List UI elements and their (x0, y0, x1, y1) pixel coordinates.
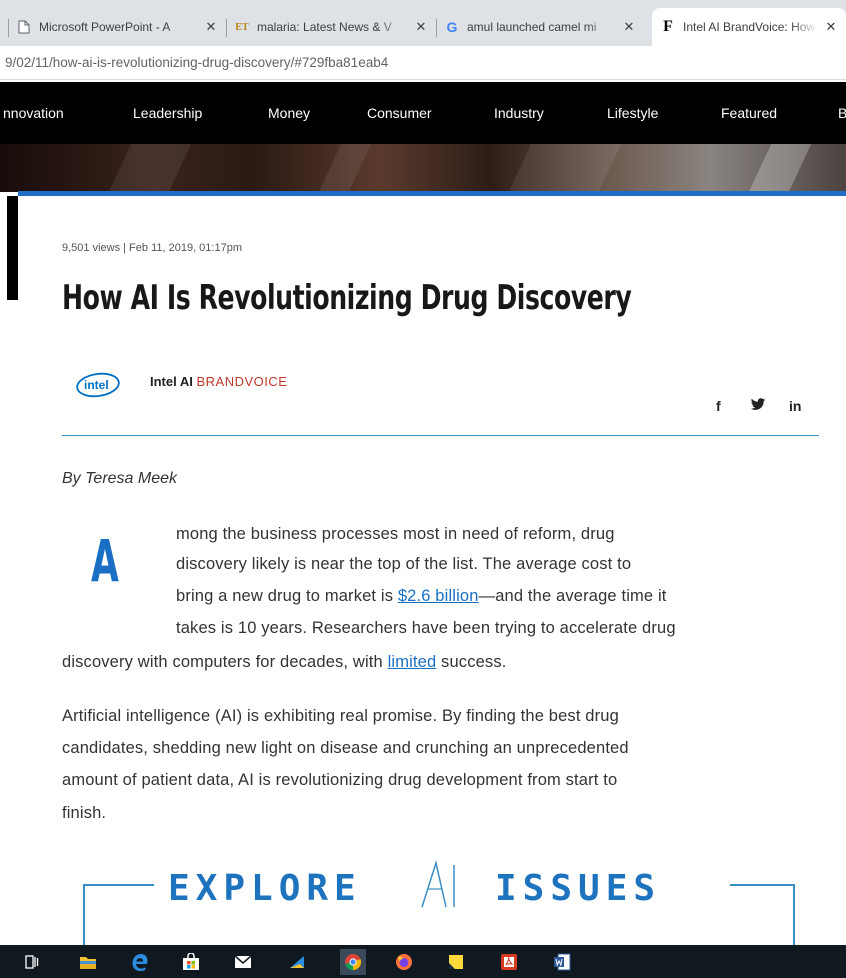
nav-item-more[interactable]: B (838, 105, 846, 121)
nav-item-consumer[interactable]: Consumer (367, 105, 432, 121)
et-icon: ET (235, 21, 249, 33)
author-name[interactable]: Intel AI BRANDVOICE (150, 374, 287, 389)
paragraph-line: finish. (62, 804, 107, 822)
chrome-icon[interactable] (340, 949, 366, 975)
url-text[interactable]: 9/02/11/how-ai-is-revolutionizing-drug-d… (5, 55, 388, 70)
left-edge-bar (7, 196, 18, 300)
nav-item-industry[interactable]: Industry (494, 105, 544, 121)
tab-strip: Microsoft PowerPoint - A ✕ ET malaria: L… (0, 0, 846, 46)
cost-link[interactable]: $2.6 billion (398, 587, 479, 605)
hero-image (0, 144, 846, 192)
intel-logo[interactable]: intel (75, 371, 123, 404)
nav-item-featured[interactable]: Featured (721, 105, 777, 121)
file-explorer-icon[interactable] (78, 952, 98, 972)
byline: By Teresa Meek (62, 470, 178, 487)
tab-separator (226, 19, 227, 37)
edge-icon[interactable] (130, 952, 150, 972)
close-tab-icon[interactable]: ✕ (204, 19, 218, 35)
tab-amul[interactable]: G amul launched camel mi ✕ (436, 8, 644, 46)
tab-separator (436, 19, 437, 37)
close-tab-icon[interactable]: ✕ (414, 19, 428, 35)
acrobat-icon[interactable] (499, 952, 519, 972)
paragraph-line: amount of patient data, AI is revolution… (62, 771, 618, 789)
task-view-icon[interactable] (22, 952, 42, 972)
close-tab-icon[interactable]: ✕ (824, 19, 838, 35)
word-icon[interactable] (552, 952, 572, 972)
firefox-icon[interactable] (394, 952, 414, 972)
paragraph-line: candidates, shedding new light on diseas… (62, 739, 629, 757)
svg-text:intel: intel (84, 378, 109, 392)
explore-label: EXPLORE (168, 868, 362, 909)
tab-powerpoint[interactable]: Microsoft PowerPoint - A ✕ (8, 8, 226, 46)
twitter-icon[interactable] (750, 398, 766, 414)
author-brand[interactable]: Intel AI (150, 374, 193, 389)
nav-item-lifestyle[interactable]: Lifestyle (607, 105, 658, 121)
explore-rule-left (83, 884, 154, 886)
facebook-icon[interactable]: f (716, 398, 721, 414)
limited-link[interactable]: limited (388, 653, 437, 671)
mail-icon[interactable] (233, 952, 253, 972)
header-divider (62, 435, 819, 436)
paragraph-line: takes is 10 years. Researchers have been… (176, 619, 676, 637)
issues-label: ISSUES (495, 868, 662, 909)
tab-title: malaria: Latest News & V (257, 20, 392, 34)
ai-logo-icon (418, 859, 462, 916)
tab-intel-forbes[interactable]: F Intel AI BrandVoice: How ✕ (652, 8, 846, 46)
google-icon: G (446, 19, 458, 35)
tab-separator (8, 19, 9, 37)
paragraph-line: Artificial intelligence (AI) is exhibiti… (62, 707, 619, 725)
forbes-icon: F (663, 18, 673, 35)
close-tab-icon[interactable]: ✕ (622, 19, 636, 35)
media-app-icon[interactable] (287, 952, 307, 972)
document-icon (16, 19, 32, 35)
tab-malaria[interactable]: ET malaria: Latest News & V ✕ (226, 8, 436, 46)
paragraph-line: discovery likely is near the top of the … (176, 555, 632, 573)
site-nav: nnovation Leadership Money Consumer Indu… (0, 82, 846, 144)
tab-title: amul launched camel mi (467, 20, 597, 34)
linkedin-icon[interactable]: in (789, 398, 801, 414)
brandvoice-tag: BRANDVOICE (196, 374, 288, 389)
address-bar[interactable]: 9/02/11/how-ai-is-revolutionizing-drug-d… (0, 46, 846, 80)
article-headline: How AI Is Revolutionizing Drug Discovery (62, 278, 632, 318)
paragraph-line: bring a new drug to market is $2.6 billi… (176, 587, 667, 605)
explore-rule-right (730, 884, 795, 886)
sticky-notes-icon[interactable] (446, 952, 466, 972)
paragraph-line: discovery with computers for decades, wi… (62, 653, 507, 671)
store-icon[interactable] (181, 952, 201, 972)
nav-item-leadership[interactable]: Leadership (133, 105, 202, 121)
paragraph-line: mong the business processes most in need… (176, 525, 615, 543)
tab-title: Microsoft PowerPoint - A (39, 20, 171, 34)
hero-accent-bar (18, 191, 846, 196)
nav-item-money[interactable]: Money (268, 105, 310, 121)
taskbar (0, 945, 846, 978)
tab-title: Intel AI BrandVoice: How (683, 20, 816, 34)
nav-item-innovation[interactable]: nnovation (3, 105, 64, 121)
article-meta: 9,501 views | Feb 11, 2019, 01:17pm (62, 242, 242, 254)
drop-cap: A (91, 527, 119, 595)
